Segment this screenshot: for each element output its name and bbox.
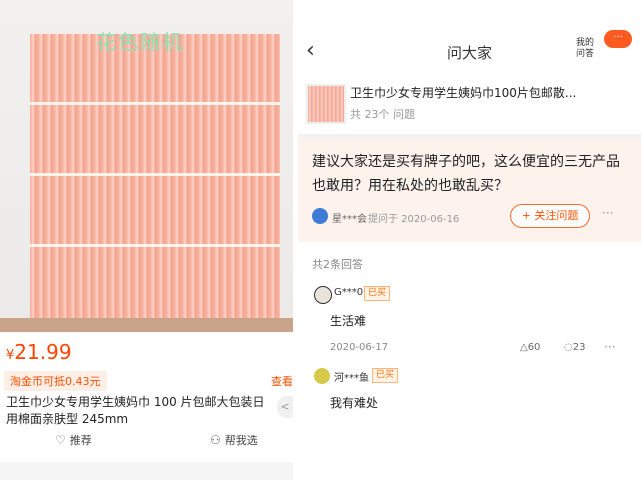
like-button[interactable]: △60	[520, 342, 540, 353]
purchased-badge: 已买	[372, 368, 399, 383]
ask-everyone-panel: ‹ 问大家 我的 问答 ··· 卫生巾少女专用学生姨妈巾100片包邮散... 共…	[298, 30, 641, 410]
answers-header: 共2条回答	[312, 258, 363, 271]
price-value: 21.99	[14, 340, 72, 364]
question-card: 建议大家还是买有牌子的吧，这么便宜的三无产品也敢用？用在私处的也敢乱买？ 星**…	[298, 138, 641, 242]
coin-row: 淘金币可抵0.43元 查看	[0, 371, 293, 391]
watermark-text: 花色随机	[96, 30, 184, 54]
avatar	[312, 208, 328, 224]
my-qa-line1: 我的	[576, 38, 595, 48]
blank-area	[298, 410, 641, 480]
follow-question-button[interactable]: + 关注问题	[510, 204, 590, 228]
asker-name: 星***会	[332, 214, 367, 225]
answer-date: 2020-06-17	[330, 342, 389, 353]
product-title: 卫生巾少女专用学生姨妈巾 100 片包邮大包装日用棉面亲肤型 245mm	[6, 395, 265, 426]
pad-row	[30, 176, 280, 247]
more-link[interactable]: 查看	[271, 373, 293, 389]
more-menu-icon[interactable]: ···	[604, 30, 632, 48]
help-choose-button[interactable]: ⚇ 帮我选	[210, 432, 258, 448]
action-row: ♡ 推荐 ⚇ 帮我选	[0, 432, 293, 454]
avatar	[314, 368, 330, 384]
pad-row	[30, 247, 280, 329]
my-qa-line2: 问答	[576, 49, 595, 59]
product-thumbnail	[306, 84, 346, 124]
product-image[interactable]: 花色随机	[0, 0, 293, 332]
pad-row	[30, 105, 280, 176]
coin-discount-badge: 淘金币可抵0.43元	[4, 371, 107, 391]
bottom-strip	[0, 462, 293, 480]
people-icon: ⚇	[210, 433, 221, 447]
answer-text: 生活难	[330, 314, 367, 328]
question-text: 建议大家还是买有牌子的吧，这么便宜的三无产品也敢用？用在私处的也敢乱买？	[312, 154, 620, 194]
my-qa-button[interactable]: 我的 问答	[576, 38, 594, 60]
nav-bar: ‹ 问大家 我的 问答 ···	[298, 30, 641, 74]
product-card[interactable]: 卫生巾少女专用学生姨妈巾100片包邮散... 共 23个 问题	[298, 76, 641, 128]
heart-icon: ♡	[55, 433, 66, 447]
question-count: 共 23个 问题	[350, 108, 415, 121]
shelf	[0, 318, 293, 332]
more-icon[interactable]: ···	[604, 340, 615, 354]
answerer-name: G***0	[334, 287, 364, 298]
recommend-button[interactable]: ♡ 推荐	[55, 432, 92, 448]
price: ¥21.99	[6, 340, 72, 364]
recommend-label: 推荐	[69, 434, 92, 447]
share-icon[interactable]: <	[277, 396, 293, 418]
more-icon[interactable]: ···	[602, 206, 613, 220]
comment-button[interactable]: ◌23	[564, 342, 585, 353]
question-date: 提问于 2020-06-16	[368, 214, 460, 225]
purchased-badge: 已买	[364, 286, 391, 301]
answer-text: 我有难处	[330, 396, 379, 410]
product-detail-panel: 花色随机 ¥21.99 淘金币可抵0.43元 查看 卫生巾少女专用学生姨妈巾 1…	[0, 0, 293, 480]
product-card-title: 卫生巾少女专用学生姨妈巾100片包邮散...	[350, 86, 577, 100]
answerer-name: 河***鱼	[334, 373, 369, 384]
avatar	[314, 286, 332, 304]
pad-stack	[30, 34, 280, 329]
help-choose-label: 帮我选	[224, 434, 258, 447]
